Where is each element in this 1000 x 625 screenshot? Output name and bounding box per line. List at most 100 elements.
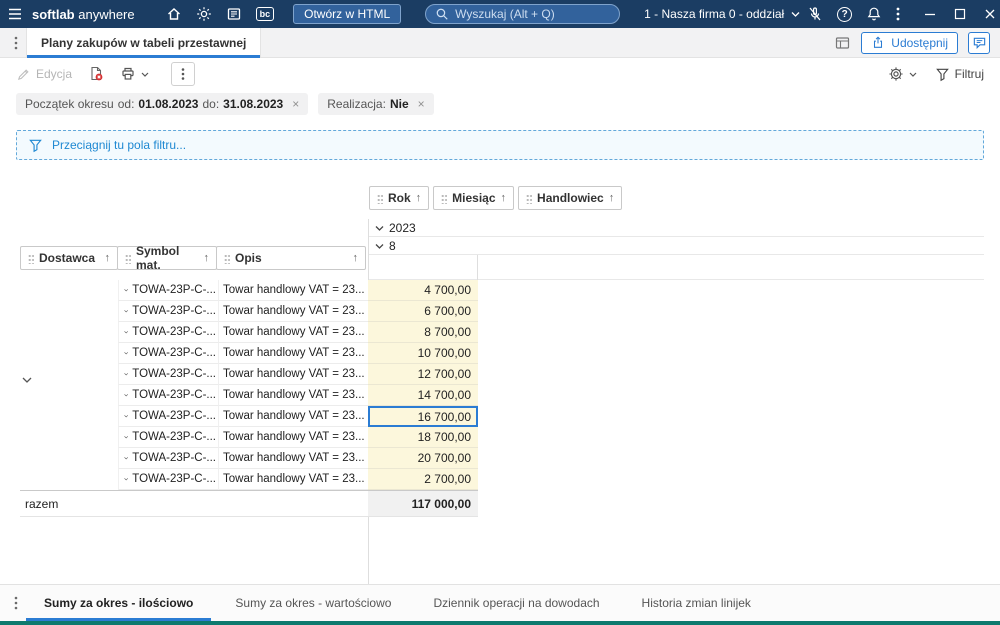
topbar-more-button[interactable]: [889, 0, 907, 28]
drag-handle-icon[interactable]: [526, 192, 533, 204]
topbar-right-icons: ?: [800, 0, 1000, 28]
theme-button[interactable]: [189, 0, 219, 28]
toolbar-more-button[interactable]: [171, 62, 196, 86]
delete-document-button[interactable]: [88, 66, 104, 82]
dostawca-cell[interactable]: [20, 385, 118, 406]
chevron-down-icon: [124, 436, 129, 439]
microphone-button[interactable]: [800, 0, 830, 28]
opis-cell[interactable]: Towar handlowy VAT = 23...: [218, 448, 368, 469]
pivot-group-row[interactable]: 8: [369, 237, 984, 255]
value-cell-selected[interactable]: 16 700,00: [368, 406, 478, 427]
tab-options-button[interactable]: [0, 35, 26, 51]
tab-plany-zakupow[interactable]: Plany zakupów w tabeli przestawnej: [26, 27, 262, 58]
opis-cell[interactable]: Towar handlowy VAT = 23...: [218, 427, 368, 448]
dostawca-cell[interactable]: [20, 364, 118, 385]
share-button[interactable]: Udostępnij: [861, 31, 958, 54]
value-cell[interactable]: 12 700,00: [368, 364, 478, 385]
open-in-html-button[interactable]: Otwórz w HTML: [293, 4, 402, 24]
bottom-tab[interactable]: Historia zmian linijek: [624, 585, 769, 621]
total-value-cell[interactable]: 117 000,00: [368, 491, 478, 516]
edit-button[interactable]: Edycja: [16, 67, 72, 82]
window-close-button[interactable]: [975, 0, 1000, 28]
opis-cell[interactable]: Towar handlowy VAT = 23...: [218, 343, 368, 364]
filter-drop-zone[interactable]: Przeciągnij tu pola filtru...: [16, 130, 984, 160]
value-cell[interactable]: 10 700,00: [368, 343, 478, 364]
comments-button[interactable]: [968, 31, 990, 54]
symbol-cell[interactable]: TOWA-23P-C-...: [118, 364, 218, 385]
symbol-cell[interactable]: TOWA-23P-C-...: [118, 427, 218, 448]
pivot-row-field-button[interactable]: Dostawca ↑: [20, 246, 118, 270]
notifications-button[interactable]: [859, 0, 889, 28]
value-cell[interactable]: 18 700,00: [368, 427, 478, 448]
opis-cell[interactable]: Towar handlowy VAT = 23...: [218, 406, 368, 427]
menu-button[interactable]: [0, 0, 30, 28]
value-cell[interactable]: 14 700,00: [368, 385, 478, 406]
settings-button[interactable]: [888, 66, 917, 82]
opis-cell[interactable]: Towar handlowy VAT = 23...: [218, 385, 368, 406]
dostawca-cell[interactable]: [20, 469, 118, 490]
remove-filter-icon[interactable]: ×: [418, 97, 425, 111]
value-cell[interactable]: 4 700,00: [368, 280, 478, 301]
dostawca-cell[interactable]: [20, 301, 118, 322]
company-selector[interactable]: 1 - Nasza firma 0 - oddział: [644, 7, 800, 21]
dostawca-cell[interactable]: [20, 427, 118, 448]
dostawca-cell[interactable]: [20, 343, 118, 364]
value-cell[interactable]: 20 700,00: [368, 448, 478, 469]
opis-cell[interactable]: Towar handlowy VAT = 23...: [218, 301, 368, 322]
value-cell[interactable]: 8 700,00: [368, 322, 478, 343]
symbol-cell[interactable]: TOWA-23P-C-...: [118, 406, 218, 427]
filter-chip-period[interactable]: Początek okresu od: 01.08.2023 do: 31.08…: [16, 93, 309, 115]
opis-cell[interactable]: Towar handlowy VAT = 23...: [218, 280, 368, 301]
remove-filter-icon[interactable]: ×: [292, 97, 299, 111]
window-maximize-button[interactable]: [945, 0, 975, 28]
layout-panel-icon[interactable]: [834, 35, 851, 51]
dostawca-cell[interactable]: [20, 280, 118, 301]
bottom-tab[interactable]: Dziennik operacji na dowodach: [415, 585, 617, 621]
chevron-down-icon: [124, 415, 129, 418]
drag-handle-icon[interactable]: [441, 192, 448, 204]
symbol-cell[interactable]: TOWA-23P-C-...: [118, 343, 218, 364]
symbol-cell[interactable]: TOWA-23P-C-...: [118, 448, 218, 469]
chevron-down-icon: [124, 331, 129, 334]
drag-handle-icon[interactable]: [28, 252, 34, 264]
filter-button[interactable]: Filtruj: [935, 67, 984, 82]
symbol-cell[interactable]: TOWA-23P-C-...: [118, 322, 218, 343]
dostawca-cell[interactable]: [20, 406, 118, 427]
window-minimize-button[interactable]: [915, 0, 945, 28]
home-button[interactable]: [159, 0, 189, 28]
drag-handle-icon[interactable]: [377, 192, 383, 204]
help-button[interactable]: ?: [830, 0, 859, 28]
bottom-tab-active[interactable]: Sumy za okres - ilościowo: [26, 585, 212, 621]
bc-button[interactable]: bc: [249, 0, 282, 28]
filter-chip-realization[interactable]: Realizacja: Nie ×: [318, 93, 434, 115]
share-button-label: Udostępnij: [891, 35, 948, 50]
print-button[interactable]: [120, 66, 149, 82]
dostawca-cell[interactable]: [20, 322, 118, 343]
pivot-column-field-button[interactable]: Miesiąc ↑: [433, 186, 515, 210]
value-cell[interactable]: 2 700,00: [368, 469, 478, 490]
pivot-row-field-button[interactable]: Symbol mat. ↑: [117, 244, 217, 272]
pivot-row-field-button[interactable]: Opis ↑: [216, 246, 366, 270]
bottom-tab[interactable]: Sumy za okres - wartościowo: [217, 585, 409, 621]
symbol-cell[interactable]: TOWA-23P-C-...: [118, 469, 218, 490]
mic-off-icon: [809, 7, 821, 21]
opis-cell[interactable]: Towar handlowy VAT = 23...: [218, 322, 368, 343]
symbol-cell[interactable]: TOWA-23P-C-...: [118, 280, 218, 301]
pivot-column-field-button[interactable]: Rok ↑: [369, 186, 430, 210]
opis-cell[interactable]: Towar handlowy VAT = 23...: [218, 364, 368, 385]
drag-handle-icon[interactable]: [125, 252, 131, 264]
symbol-cell[interactable]: TOWA-23P-C-...: [118, 301, 218, 322]
drag-handle-icon[interactable]: [224, 252, 230, 264]
kebab-menu-icon: [14, 596, 18, 610]
symbol-cell[interactable]: TOWA-23P-C-...: [118, 385, 218, 406]
pivot-column-field-button[interactable]: Handlowiec ↑: [518, 186, 623, 210]
opis-cell[interactable]: Towar handlowy VAT = 23...: [218, 469, 368, 490]
pivot-group-row[interactable]: 2023: [369, 219, 984, 237]
value-cell[interactable]: 6 700,00: [368, 301, 478, 322]
apps-button[interactable]: [219, 0, 249, 28]
dostawca-cell[interactable]: [20, 448, 118, 469]
bottom-tabs-options-button[interactable]: [0, 595, 26, 611]
bottom-tab-bar: Sumy za okres - ilościowo Sumy za okres -…: [0, 585, 1000, 621]
search-box[interactable]: [425, 4, 621, 24]
search-input[interactable]: [455, 7, 611, 21]
